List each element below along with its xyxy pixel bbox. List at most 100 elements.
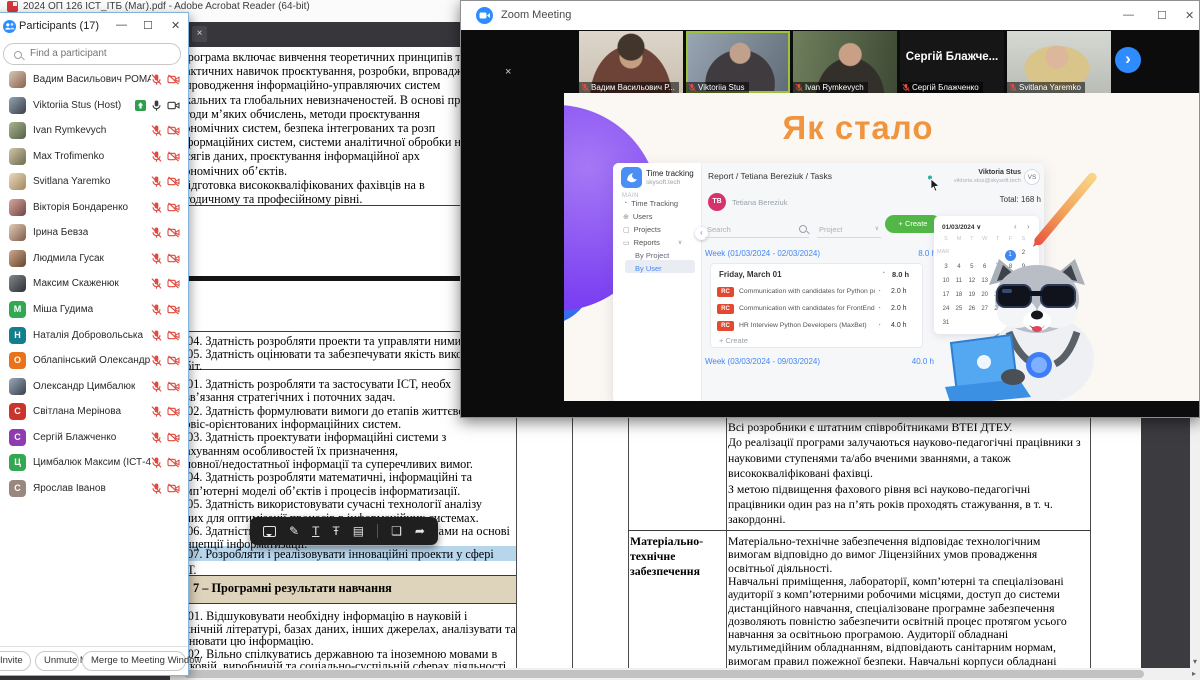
close-icon[interactable]: ✕ (171, 19, 180, 32)
chevron-right-icon[interactable]: › (1027, 222, 1030, 231)
participant-status-icons (151, 431, 180, 444)
list-item[interactable]: ССергій Блажченко (0, 426, 188, 451)
scrollbar-thumb[interactable] (184, 670, 1144, 678)
pen-icon[interactable]: ✎ (289, 525, 299, 537)
shared-screen-slide: Як стало Time tracking skysoft.tech MAIN… (564, 93, 1199, 401)
projects-icon: ▢ (623, 226, 630, 234)
list-item[interactable]: Ірина Бевза (0, 221, 188, 246)
camera-off-icon (167, 457, 180, 468)
avatar: Ц (9, 454, 26, 471)
maximize-icon[interactable]: ☐ (143, 19, 153, 32)
video-tile[interactable]: Ivan Rymkevych (793, 31, 897, 93)
pdf-text-line: кономічних об’єктів. (179, 165, 287, 178)
pdf-text-line: вимогам правил пожежної безпеки. Навчаль… (728, 655, 1057, 668)
invite-button[interactable]: Invite (0, 651, 31, 671)
sidebar-item-by-project[interactable]: By Project (635, 251, 669, 260)
participant-status-icons (151, 124, 180, 137)
camera-off-icon (167, 483, 180, 494)
sidebar-item-reports[interactable]: ▭Reports∨ (623, 238, 682, 247)
list-item[interactable]: СЯрослав Іванов (0, 477, 188, 502)
sidebar-item-by-user[interactable]: By User (635, 264, 662, 273)
video-tile[interactable]: Svitlana Yaremko (1007, 31, 1111, 93)
minimize-icon[interactable]: — (116, 19, 127, 31)
scroll-down-icon[interactable]: ▾ (1190, 657, 1200, 666)
scroll-right-icon[interactable]: ▸ (1192, 669, 1196, 678)
mic-off-icon (151, 252, 162, 265)
video-tile[interactable]: Viktoriia Stus (686, 31, 790, 93)
pdf-text-line: етоди м’яких обчислень, методи проєктува… (179, 108, 420, 121)
project-filter-select[interactable]: Project ∨ (817, 221, 881, 238)
list-item[interactable]: Svitlana Yaremko (0, 170, 188, 195)
list-item[interactable]: ССвітлана Мерінова (0, 400, 188, 425)
screen-share-badge-icon (135, 100, 146, 111)
create-entry-button[interactable]: + Create (719, 336, 748, 345)
comment-icon[interactable] (263, 526, 276, 537)
pdf-text-line: К05. Здатність оцінювати та забезпечуват… (179, 348, 462, 361)
acrobat-selection-toolbar[interactable]: ✎ T Ŧ ▤ ❏ ➦ (250, 517, 438, 545)
pdf-text-line: мультимедійним обладнанням, відповідають… (728, 641, 1056, 654)
pdf-text-line: кономічних систем, безпека інтегрованих … (179, 122, 435, 135)
pdf-text-line: ехнічній літературі, базах даних, інших … (179, 623, 516, 636)
participant-name: Наталія Добровольська (33, 330, 143, 341)
participant-name: Max Trofimenko (33, 151, 104, 162)
list-item[interactable]: ЦЦимбалюк Максим (ІСТ-41Д) (0, 451, 188, 476)
list-item[interactable]: Вадим Васильович РОМА... (Me) (0, 68, 188, 93)
video-tile[interactable]: Вадим Васильович Р... (579, 31, 683, 93)
task-hours: 2.0 h (891, 288, 907, 295)
sidebar-item-projects[interactable]: ▢Projects (623, 225, 661, 234)
avatar (9, 275, 26, 292)
close-icon[interactable]: ✕ (1185, 9, 1194, 22)
next-participants-icon[interactable]: › (1115, 47, 1141, 73)
notes-icon[interactable]: ▤ (353, 525, 364, 537)
list-item[interactable]: Олександр Цимбалюк (0, 375, 188, 400)
horizontal-scrollbar[interactable]: ▸ (170, 668, 1200, 680)
strike-text-icon[interactable]: Ŧ (332, 525, 339, 537)
participant-name: Ivan Rymkevych (33, 125, 106, 136)
calendar-dow: T (992, 236, 1004, 242)
week-header[interactable]: Week (01/03/2024 - 02/03/2024) (705, 249, 820, 258)
close-icon[interactable]: × (505, 66, 511, 78)
pdf-text-line: рахуванням особливостей їх призначення, (179, 445, 398, 458)
list-item[interactable]: Вікторія Бондаренко (0, 196, 188, 221)
list-item[interactable]: Max Trofimenko (0, 145, 188, 170)
project-badge: RC (717, 287, 734, 297)
participant-name: Вадим Васильович РОМА... (Me) (33, 74, 151, 85)
pdf-text-line: Матеріально-технічне забезпечення відпов… (728, 535, 1040, 548)
list-item[interactable]: Максим Скаженюк (0, 272, 188, 297)
list-item[interactable]: ННаталія Добровольська (0, 324, 188, 349)
list-item[interactable]: ММіша Гудима (0, 298, 188, 323)
maximize-icon[interactable]: ☐ (1157, 9, 1167, 22)
share-icon[interactable]: ➦ (415, 525, 425, 537)
close-icon[interactable]: × (192, 26, 207, 42)
sidebar-item-time-tracking[interactable]: ◔Time Tracking (623, 199, 678, 208)
participant-status-icons (151, 175, 180, 188)
video-tile[interactable]: Сергій Блажче...Сергій Блажченко (900, 31, 1004, 93)
create-button[interactable]: + Create (885, 215, 941, 233)
search-input[interactable]: Search (705, 221, 809, 238)
copy-icon[interactable]: ❏ (391, 525, 402, 537)
pdf-text-line: Матеріально- (630, 535, 703, 548)
avatar[interactable]: VS (1024, 169, 1040, 185)
calendar-dow: F (1005, 236, 1017, 242)
search-input[interactable] (28, 47, 178, 60)
pdf-text-line: дозволяють повністю забезпечити освітній… (728, 615, 1067, 628)
list-item[interactable]: Людмила Гусак (0, 247, 188, 272)
minimize-icon[interactable]: — (1123, 9, 1134, 21)
text-icon[interactable]: T (312, 525, 319, 537)
avatar: С (9, 480, 26, 497)
participant-search[interactable] (3, 43, 181, 65)
list-item[interactable]: ООблапінський Олександр (0, 349, 188, 374)
week-header[interactable]: Week (03/03/2024 - 09/03/2024) (705, 357, 820, 366)
date-picker-value[interactable]: 01/03/2024 ∨ (942, 223, 981, 231)
app-logo-title: Time tracking (646, 169, 694, 178)
pdf-text-line: працівники один раз на п’ять років прохо… (728, 498, 1053, 511)
participants-title: Participants (17) (19, 20, 99, 32)
chevron-left-icon[interactable]: ‹ (1014, 222, 1017, 231)
list-item[interactable]: Viktoriia Stus (Host) (0, 94, 188, 119)
screen: 2024 ОП 126 ІСТ_ІТБ (Маг).pdf - Adobe Ac… (0, 0, 1200, 680)
sidebar-item-users[interactable]: ⊕Users (623, 212, 652, 221)
list-item[interactable]: Ivan Rymkevych (0, 119, 188, 144)
unmute-me-button[interactable]: Unmute Me (35, 651, 79, 671)
mic-off-icon (151, 175, 162, 188)
merge-to-meeting-window-button[interactable]: Merge to Meeting Window (82, 651, 186, 671)
